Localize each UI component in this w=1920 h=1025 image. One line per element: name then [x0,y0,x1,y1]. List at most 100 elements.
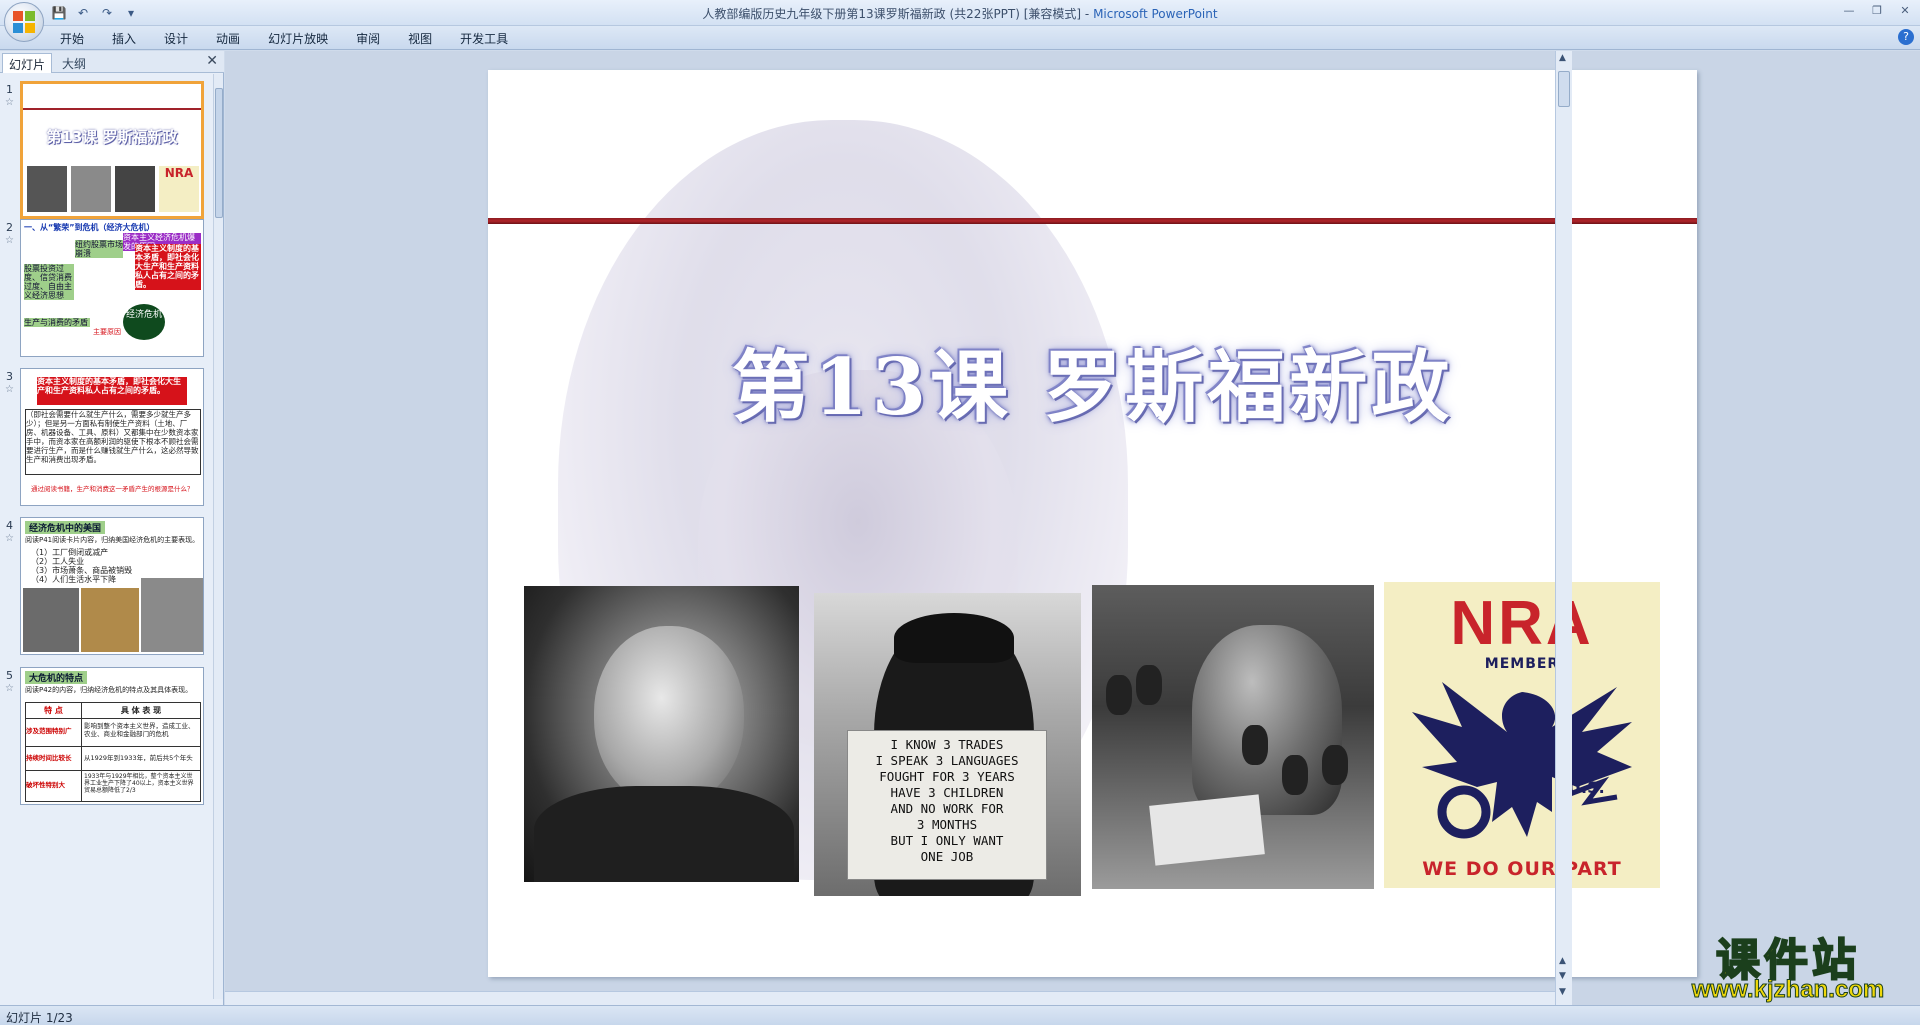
thumb-box: 纽约股票市场崩溃 [75,240,123,258]
window-title: 人教部编版历史九年级下册第13课罗斯福新政 (共22张PPT) [兼容模式] -… [0,5,1920,22]
office-button[interactable] [4,2,44,42]
thumbnail-scrollbar[interactable] [213,74,223,999]
scroll-up-icon[interactable]: ▲ [1559,53,1566,63]
window-title-app: Microsoft PowerPoint [1093,7,1218,21]
thumb-item: （4）人们生活水平下降 [31,575,117,584]
watermark-url: www.kjzhan.com [1691,976,1885,1004]
job-sign: I KNOW 3 TRADES I SPEAK 3 LANGUAGES FOUG… [847,730,1047,880]
thumb-intro: 阅读P42的内容，归纳经济危机的特点及其具体表现。 [25,686,193,694]
tab-home[interactable]: 开始 [60,30,84,47]
thumbnail-preview: 经济危机中的美国 阅读P41阅读卡片内容，归纳美国经济危机的主要表现。 （1）工… [20,517,204,655]
sign-line: I KNOW 3 TRADES [890,737,1004,752]
tab-developer[interactable]: 开发工具 [460,30,508,47]
close-icon[interactable]: ✕ [1896,2,1914,20]
scrollbar-thumb[interactable] [1558,71,1570,107]
pane-tab-slides[interactable]: 幻灯片 [2,53,53,73]
thumbnail-slide-4[interactable]: 4 ☆ 经济危机中的美国 阅读P41阅读卡片内容，归纳美国经济危机的主要表现。 … [0,517,212,667]
next-slide-icon[interactable]: ▼ [1559,971,1566,981]
microphone-icon [1106,675,1132,715]
window-controls: — ❐ ✕ [1840,2,1914,20]
thumb-photo [71,166,111,212]
photo-unemployed-man[interactable]: I KNOW 3 TRADES I SPEAK 3 LANGUAGES FOUG… [814,593,1081,896]
thumbnail-slide-5[interactable]: 5 ☆ 大危机的特点 阅读P42的内容，归纳经济危机的特点及其具体表现。 特 点… [0,667,212,817]
sign-line: I SPEAK 3 LANGUAGES [875,753,1019,768]
thumb-photo [141,578,203,652]
thumb-heading: 一、从“繁荣”到危机（经济大危机） [24,223,155,232]
tab-insert[interactable]: 插入 [112,30,136,47]
thumbnail-slide-2[interactable]: 2 ☆ 一、从“繁荣”到危机（经济大危机） 资本主义经济危机爆发的原因 纽约股票… [0,219,212,369]
slide-vertical-scrollbar[interactable]: ▲ ▲ ▼ ▼ [1555,51,1572,1005]
thumbnail-preview: 资本主义制度的基本矛盾，即社会化大生产和生产资料私人占有之间的矛盾。 （即社会需… [20,368,204,506]
animation-star-icon: ☆ [5,235,14,246]
previous-slide-icon[interactable]: ▲ [1559,956,1566,966]
site-watermark-logo: 课件站 www.kjzhan.com [1668,924,1908,1004]
portrait-face [594,626,744,806]
microphone-icon [1136,665,1162,705]
tab-review[interactable]: 审阅 [356,30,380,47]
thumb-photo [23,588,79,652]
slide-horizontal-scrollbar[interactable] [225,991,1555,1005]
thumb-item: （1）工厂倒闭或减产 [31,548,109,557]
photo-fireside-chat[interactable] [1092,585,1374,889]
pane-tabs: 幻灯片 大纲 ✕ [0,51,224,73]
thumb-heading: 经济危机中的美国 [25,521,106,534]
thumb-rule [23,108,201,110]
roosevelt-figure [1192,625,1342,815]
nra-us: U.S. [1568,778,1605,797]
animation-star-icon: ☆ [5,533,14,544]
photo-roosevelt-portrait[interactable] [524,586,799,882]
thumb-table-cell: 从1929年到1933年，前后共5个年头 [82,747,200,771]
slide-title[interactable]: 第13课 罗斯福新政 [488,325,1697,437]
thumb-red-box: 资本主义制度的基本矛盾，即社会化大生产和生产资料私人占有之间的矛盾。 [37,377,187,405]
ribbon-tab-bar: 开始 插入 设计 动画 幻灯片放映 审阅 视图 开发工具 ? [0,26,1920,50]
thumb-table-header: 特 点 [26,703,82,719]
thumbnail-preview: 一、从“繁荣”到危机（经济大危机） 资本主义经济危机爆发的原因 纽约股票市场崩溃… [20,219,204,357]
thumb-table-cell: 持续时间比较长 [26,747,82,771]
scrollbar-thumb[interactable] [215,88,223,218]
slide-thumbnail-pane: 幻灯片 大纲 ✕ 1 ☆ 第13课 罗斯福新政 NRA 2 ☆ 一、从“繁荣”到… [0,51,224,1005]
microphone-icon [1282,755,1308,795]
sign-line: 3 MONTHS [916,817,978,832]
thumbnail-slide-1[interactable]: 1 ☆ 第13课 罗斯福新政 NRA [0,81,212,231]
ribbon-tabs: 开始 插入 设计 动画 幻灯片放映 审阅 视图 开发工具 [60,30,508,47]
current-slide[interactable]: 第13课 罗斯福新政 I KNOW 3 TRADES I SPEAK 3 LAN… [488,70,1697,977]
thumb-item: （2）工人失业 [31,557,85,566]
tab-design[interactable]: 设计 [164,30,188,47]
thumb-circle: 经济危机 [123,304,165,340]
thumb-label: 主要原因 [93,328,121,336]
blue-eagle-icon [1412,682,1632,839]
thumb-question: 通过阅读书籍，生产和消费这一矛盾产生的根源是什么？ [31,485,194,493]
slide-count-status: 幻灯片 1/23 [6,1011,73,1025]
sign-line: ONE JOB [920,849,974,864]
microphone-icon [1322,745,1348,785]
thumbnail-slide-3[interactable]: 3 ☆ 资本主义制度的基本矛盾，即社会化大生产和生产资料私人占有之间的矛盾。 （… [0,368,212,518]
thumbnail-preview: 第13课 罗斯福新政 NRA [20,81,204,219]
scroll-down-icon[interactable]: ▼ [1559,987,1566,997]
minimize-icon[interactable]: — [1840,2,1858,20]
thumbnail-number: 3 [6,370,13,383]
sign-line: BUT I ONLY WANT [890,833,1004,848]
animation-star-icon: ☆ [5,683,14,694]
nra-slogan: WE DO OUR PART [1422,858,1622,880]
thumb-table-cell: 涉及范围特别广 [26,719,82,747]
thumbnail-number: 2 [6,221,13,234]
microphone-icon [1242,725,1268,765]
tab-animations[interactable]: 动画 [216,30,240,47]
pane-close-icon[interactable]: ✕ [206,53,218,69]
thumb-photo [115,166,155,212]
animation-star-icon: ☆ [5,384,14,395]
restore-icon[interactable]: ❐ [1868,2,1886,20]
pane-tab-outline[interactable]: 大纲 [56,53,92,73]
help-icon[interactable]: ? [1898,29,1914,45]
thumbnail-number: 4 [6,519,13,532]
thumb-box: 生产与消费的矛盾 [24,318,90,327]
man-hat [894,613,1014,663]
portrait-suit [534,786,794,882]
status-bar: 幻灯片 1/23 [0,1005,1920,1025]
tab-view[interactable]: 视图 [408,30,432,47]
sign-line: FOUGHT FOR 3 YEARS [879,769,1015,784]
thumb-table: 特 点 具 体 表 现 涉及范围特别广 影响到整个资本主义世界，造成工业、农业、… [25,702,201,802]
tab-slideshow[interactable]: 幻灯片放映 [268,30,328,47]
nra-member: MEMBER [1484,656,1560,672]
photo-nra-poster[interactable]: NRA MEMBER U.S. WE DO OUR PART [1384,582,1660,888]
